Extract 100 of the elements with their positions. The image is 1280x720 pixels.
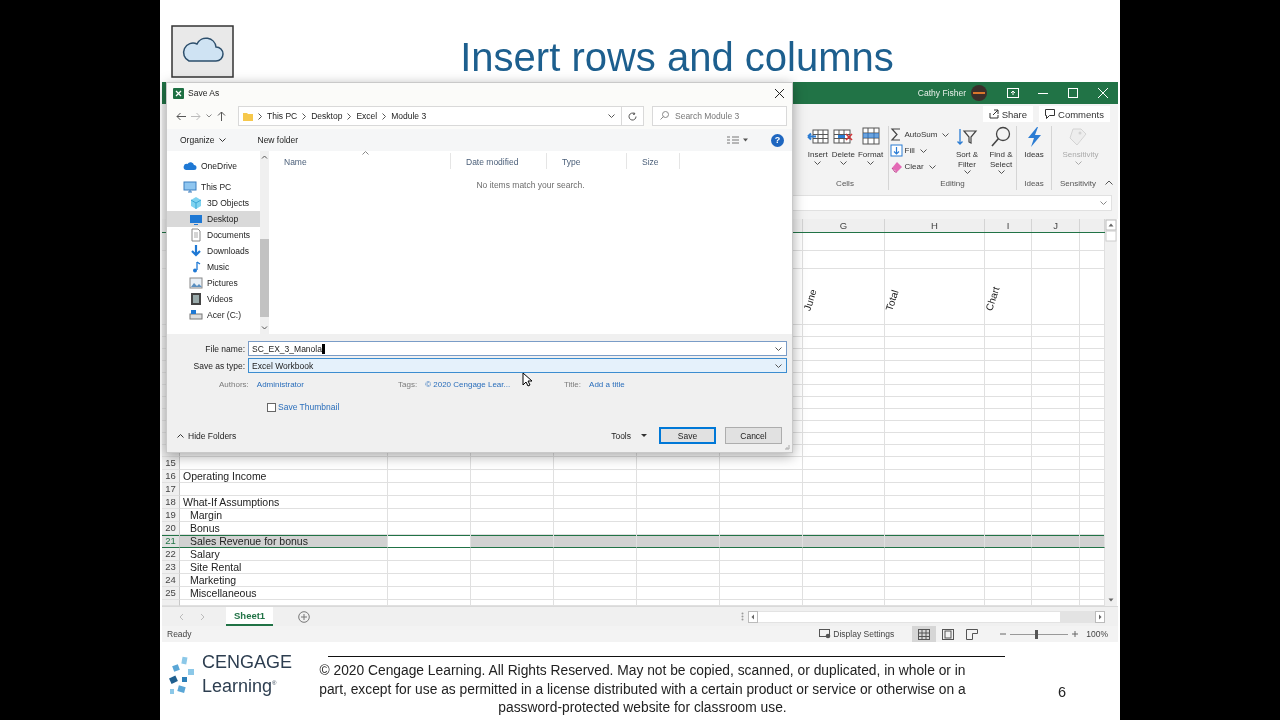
column-header[interactable]: Size (627, 153, 680, 169)
cube-icon (189, 196, 203, 210)
nav-item[interactable]: Documents (167, 227, 260, 243)
ribbon-button[interactable]: Clear (889, 160, 948, 173)
close-icon[interactable] (775, 88, 784, 98)
grid-cell (985, 470, 1032, 483)
meta-link[interactable]: © 2020 Cengage Lear... (425, 379, 511, 389)
folder-icon (243, 111, 253, 121)
zoom-in-icon[interactable] (1072, 631, 1079, 637)
file-name-field[interactable]: SC_EX_3_Manola (248, 341, 787, 356)
breadcrumb[interactable]: This PC (267, 111, 298, 121)
meta-link[interactable]: Add a title (589, 379, 625, 389)
column-header[interactable]: Name (269, 153, 451, 169)
ribbon-button[interactable]: Delete (830, 126, 856, 177)
row-header: 23 (162, 561, 180, 574)
monitor-icon (183, 180, 197, 194)
display-settings-button[interactable]: Display Settings (819, 629, 895, 639)
search-field[interactable]: Search Module 3 (652, 106, 787, 126)
back-icon[interactable] (176, 111, 186, 121)
file-type-dropdown[interactable]: Excel Workbook (248, 358, 787, 373)
tools-button[interactable]: Tools (607, 428, 651, 443)
grid-cell (1032, 574, 1080, 587)
grid-cell (1032, 337, 1080, 349)
logo-text: CENGAGE (202, 652, 293, 673)
row-header: 17 (162, 483, 180, 496)
table-cell: Bonus (180, 522, 388, 535)
caret-icon (963, 170, 971, 174)
grid-cell (1032, 535, 1080, 548)
grid-cell (985, 574, 1032, 587)
checkbox[interactable] (267, 402, 276, 412)
view-button[interactable] (912, 626, 937, 642)
organize-button[interactable]: Organize (176, 133, 230, 147)
nav-item[interactable]: Desktop (167, 211, 260, 227)
search-icon (990, 126, 1012, 148)
column-header[interactable]: Date modified (451, 153, 547, 169)
cancel-button[interactable]: Cancel (725, 427, 782, 444)
grid-cell (1080, 397, 1105, 409)
view-options-icon[interactable] (727, 136, 749, 144)
nav-item[interactable]: Acer (C:) (167, 307, 260, 323)
hide-folders-button[interactable]: Hide Folders (173, 428, 241, 443)
breadcrumb[interactable]: Module 3 (391, 111, 427, 121)
nav-item[interactable]: 3D Objects (167, 195, 260, 211)
nav-item[interactable]: OneDrive (167, 158, 260, 174)
ribbon-button[interactable]: Ideas (1022, 126, 1046, 177)
grid-cell (1032, 522, 1080, 535)
cloud-icon (171, 25, 234, 78)
monitor-icon (819, 629, 832, 639)
slider-thumb[interactable] (1035, 629, 1039, 639)
grid-cell (985, 457, 1032, 470)
ribbon-button[interactable]: Format (856, 126, 885, 177)
nav-item[interactable]: Videos (167, 291, 260, 307)
save-button[interactable]: Save (659, 427, 716, 444)
caret-icon (942, 132, 950, 137)
nav-scrollbar[interactable] (260, 151, 269, 334)
collapse-icon[interactable] (1105, 180, 1113, 185)
grid-cell (1032, 587, 1080, 600)
grid-cell (1032, 509, 1080, 522)
up-icon[interactable] (217, 111, 226, 121)
address-bar[interactable]: This PC Desktop Excel Module 3 (238, 106, 622, 126)
sheet-tab[interactable]: Sheet1 (226, 607, 274, 626)
rotated-header: June (801, 287, 819, 312)
ribbon-display-icon[interactable] (1007, 88, 1019, 98)
ribbon-button[interactable]: Find & Select (984, 126, 1018, 177)
grid-cell (1080, 587, 1105, 600)
ribbon-button[interactable]: Fill (889, 144, 948, 157)
meta-link[interactable]: Administrator (256, 379, 304, 389)
caret-icon[interactable] (206, 114, 212, 118)
ribbon-button[interactable]: Sort & Filter (950, 126, 984, 177)
column-header[interactable]: Type (547, 153, 627, 169)
grid-cell (1080, 470, 1105, 483)
caret-icon (997, 170, 1005, 174)
grid-cell (1032, 397, 1080, 409)
add-sheet-icon[interactable] (298, 610, 311, 623)
nav-item[interactable]: This PC (167, 179, 260, 195)
help-button[interactable]: ? (771, 133, 784, 147)
grid-cell (1032, 496, 1080, 509)
checkbox-label[interactable]: Save Thumbnail (278, 402, 340, 412)
maximize-icon[interactable] (1068, 88, 1078, 98)
ribbon-button[interactable]: Insert (805, 126, 830, 177)
grid-cell (1032, 361, 1080, 373)
breadcrumb[interactable]: Excel (356, 111, 378, 121)
nav-item[interactable]: Downloads (167, 243, 260, 259)
grid-cell (1080, 373, 1105, 385)
grid-cell (985, 373, 1032, 385)
nav-item[interactable]: Music (167, 259, 260, 275)
breadcrumb[interactable]: Desktop (311, 111, 343, 121)
new-folder-button[interactable]: New folder (253, 133, 303, 147)
vertical-scrollbar[interactable] (1105, 219, 1117, 606)
ribbon-button[interactable]: AutoSum (889, 128, 948, 141)
refresh-icon[interactable] (628, 111, 637, 121)
horizontal-scrollbar[interactable] (748, 610, 1105, 623)
chevron-icon (302, 112, 307, 120)
share-button[interactable]: Share (982, 106, 1034, 122)
nav-item[interactable]: Pictures (167, 275, 260, 291)
spreadsheet-icon (173, 87, 184, 99)
comments-button[interactable]: Comments (1039, 106, 1110, 122)
grid-cell (1080, 269, 1105, 325)
caret-icon (608, 114, 615, 118)
share-icon (988, 109, 999, 119)
grid-cell (985, 433, 1032, 445)
